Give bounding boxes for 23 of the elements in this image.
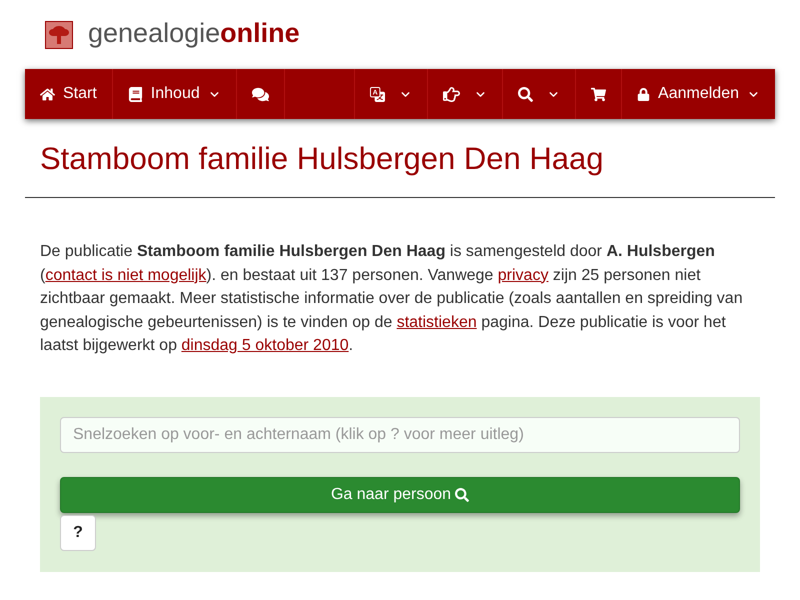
content-menu-button[interactable]: Inhoud — [112, 69, 237, 119]
help-button[interactable]: ? — [60, 514, 96, 550]
translate-icon — [370, 86, 386, 102]
chat-bubbles-icon — [252, 86, 269, 102]
text-link[interactable]: statistieken — [396, 314, 477, 330]
text-link[interactable]: dinsdag 5 oktober 2010 — [181, 337, 349, 354]
start-nav-link[interactable]: Start — [25, 69, 113, 119]
go-to-person-button[interactable]: Ga naar persoon — [60, 476, 740, 512]
pointing-hand-icon — [443, 86, 460, 102]
site-logo-text[interactable]: genealogieonline — [88, 20, 300, 49]
book-icon — [128, 86, 143, 102]
tree-logo-icon[interactable] — [45, 20, 73, 48]
text-link[interactable]: privacy — [498, 266, 548, 284]
page-title: Stamboom familie Hulsbergen Den Haag — [40, 142, 604, 178]
shopping-cart-icon — [591, 86, 606, 102]
publication-description: De publicatie Stamboom familie Hulsbergen Den Haag is samengesteld door A. Hulsbergen (contact is niet mogelijk). en bestaat uit 137 personen. Vanwege privacy zijn 25 personen niet zichtbaar gemaakt. Meer statistische informatie over de publicatie (zoals aantallen en spreiding van genealogische gebeurtenissen) is te vinden op de statistieken pagina. Deze publicatie is voor het laatst bijgewerkt op dinsdag 5 oktober 2010. — [40, 242, 744, 356]
login-menu-button[interactable]: Aanmelden — [621, 69, 775, 119]
search-icon — [518, 86, 534, 102]
lock-icon — [637, 88, 650, 100]
name-search-field[interactable]: Snelzoeken op voor- en achternaam (klik op ? voor meer uitleg) — [60, 416, 740, 452]
text-link[interactable]: contact is niet mogelijk — [45, 266, 206, 284]
search-icon — [455, 488, 470, 502]
home-icon — [40, 86, 55, 102]
